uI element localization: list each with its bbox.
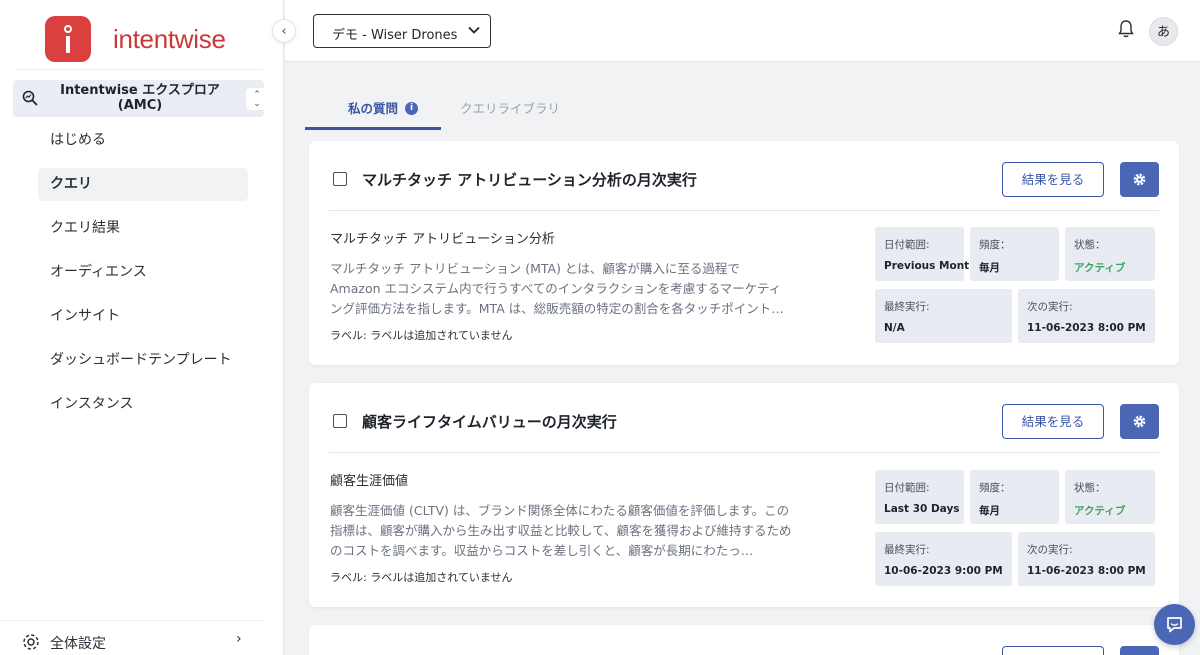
query-description: 顧客生涯価値 (CLTV) は、ブランド関係全体にわたる顧客価値を評価します。こ… bbox=[330, 503, 792, 558]
stat-key: 最終実行: bbox=[884, 301, 930, 313]
search-chart-icon bbox=[22, 90, 38, 106]
account-selector-value: デモ - Wiser Drones bbox=[332, 28, 458, 43]
chevron-left-icon: ‹ bbox=[281, 23, 287, 39]
stat-key: 最終実行: bbox=[884, 544, 930, 556]
status-badge: アクティブ bbox=[1074, 262, 1126, 274]
stat-frequency: 頻度： 毎月 bbox=[970, 470, 1059, 524]
query-description: マルチタッチ アトリビューション (MTA) とは、顧客が購入に至る過程で Am… bbox=[330, 261, 784, 316]
stat-key: 頻度： bbox=[979, 239, 1011, 251]
stat-last-run: 最終実行: 10-06-2023 9:00 PM bbox=[875, 532, 1012, 586]
gear-icon bbox=[23, 634, 39, 650]
query-select-checkbox[interactable] bbox=[333, 414, 347, 428]
sidebar: intentwise Intentwise エクスプロア (AMC) ⌃ ⌄ はじ… bbox=[0, 0, 284, 655]
view-results-button[interactable] bbox=[1002, 646, 1104, 655]
query-card bbox=[309, 625, 1179, 655]
chat-icon bbox=[1167, 617, 1182, 633]
sidebar-item-audiences[interactable]: オーディエンス bbox=[38, 256, 248, 289]
query-settings-button[interactable] bbox=[1120, 404, 1159, 439]
stat-next-run: 次の実行: 11-06-2023 8:00 PM bbox=[1018, 532, 1155, 586]
stat-value: 毎月 bbox=[979, 262, 1000, 274]
query-template-name: マルチタッチ アトリビューション分析 bbox=[330, 232, 555, 247]
query-title: マルチタッチ アトリビューション分析の月次実行 bbox=[362, 171, 697, 189]
sidebar-item-queries[interactable]: クエリ bbox=[38, 168, 248, 201]
query-template-name: 顧客生涯価値 bbox=[330, 474, 409, 489]
stat-key: 状態： bbox=[1074, 239, 1106, 251]
bell-icon[interactable] bbox=[1117, 19, 1135, 39]
stat-key: 状態： bbox=[1074, 482, 1106, 494]
stat-value: 11-06-2023 8:00 PM bbox=[1027, 565, 1146, 577]
status-badge: アクティブ bbox=[1074, 505, 1126, 517]
query-card: マルチタッチ アトリビューション分析の月次実行 結果を見る マルチタッチ アトリ… bbox=[309, 141, 1179, 365]
stat-value: 11-06-2023 8:00 PM bbox=[1027, 322, 1146, 334]
sidebar-item-dashboard-templates[interactable]: ダッシュボードテンプレート bbox=[38, 344, 248, 377]
chevron-down-icon bbox=[468, 26, 480, 34]
stat-key: 日付範囲: bbox=[884, 482, 930, 494]
stat-status: 状態： アクティブ bbox=[1065, 227, 1155, 281]
sidebar-item-getting-started[interactable]: はじめる bbox=[38, 124, 248, 157]
info-icon[interactable]: i bbox=[405, 102, 418, 115]
sidebar-item-query-results[interactable]: クエリ結果 bbox=[38, 212, 248, 245]
tab-my-questions[interactable]: 私の質問 i bbox=[305, 92, 441, 130]
stat-next-run: 次の実行: 11-06-2023 8:00 PM bbox=[1018, 289, 1155, 343]
query-card: 顧客ライフタイムバリューの月次実行 結果を見る 顧客生涯価値 顧客生涯価値 (C… bbox=[309, 383, 1179, 607]
gear-icon bbox=[1133, 415, 1146, 428]
query-select-checkbox[interactable] bbox=[333, 172, 347, 186]
stat-status: 状態： アクティブ bbox=[1065, 470, 1155, 524]
stat-date-range: 日付範囲: Previous Month bbox=[875, 227, 977, 281]
top-header: デモ - Wiser Drones あ bbox=[285, 0, 1200, 62]
account-selector[interactable]: デモ - Wiser Drones bbox=[313, 14, 491, 48]
card-divider bbox=[329, 452, 1159, 453]
tab-my-questions-label: 私の質問 bbox=[348, 101, 399, 116]
global-settings[interactable]: 全体設定 › bbox=[0, 620, 264, 655]
stat-value: Previous Month bbox=[884, 260, 977, 272]
stat-key: 次の実行: bbox=[1027, 301, 1073, 313]
brand-name: intentwise bbox=[113, 23, 226, 54]
stat-key: 頻度： bbox=[979, 482, 1011, 494]
intentwise-logo-icon bbox=[45, 16, 91, 62]
stat-value: 毎月 bbox=[979, 505, 1000, 517]
view-results-button[interactable]: 結果を見る bbox=[1002, 404, 1104, 439]
chevron-right-icon: › bbox=[236, 631, 242, 647]
sidebar-nav: はじめる クエリ クエリ結果 オーディエンス インサイト ダッシュボードテンプレ… bbox=[38, 124, 248, 432]
query-labels: ラベル: ラベルは追加されていません bbox=[330, 329, 513, 342]
query-settings-button[interactable] bbox=[1120, 162, 1159, 197]
view-results-button[interactable]: 結果を見る bbox=[1002, 162, 1104, 197]
query-settings-button[interactable] bbox=[1120, 646, 1159, 655]
query-labels: ラベル: ラベルは追加されていません bbox=[330, 571, 513, 584]
stat-value: Last 30 Days bbox=[884, 503, 960, 515]
stat-date-range: 日付範囲: Last 30 Days bbox=[875, 470, 964, 524]
tab-query-library[interactable]: クエリライブラリ bbox=[460, 92, 560, 130]
product-switcher[interactable]: Intentwise エクスプロア (AMC) ⌃ ⌄ bbox=[13, 80, 268, 117]
collapse-sidebar-button[interactable]: ‹ bbox=[272, 19, 296, 43]
gear-icon bbox=[1133, 173, 1146, 186]
logo-divider bbox=[14, 69, 263, 70]
sidebar-item-instances[interactable]: インスタンス bbox=[38, 388, 248, 421]
stat-frequency: 頻度： 毎月 bbox=[970, 227, 1059, 281]
stat-key: 次の実行: bbox=[1027, 544, 1073, 556]
intentwise-logo[interactable]: intentwise bbox=[45, 16, 226, 62]
query-title: 顧客ライフタイムバリューの月次実行 bbox=[362, 413, 617, 431]
stat-value: N/A bbox=[884, 322, 905, 334]
sidebar-item-insights[interactable]: インサイト bbox=[38, 300, 248, 333]
settings-label: 全体設定 bbox=[50, 636, 106, 652]
stat-value: 10-06-2023 9:00 PM bbox=[884, 565, 1003, 577]
card-divider bbox=[329, 210, 1159, 211]
chat-support-button[interactable] bbox=[1154, 604, 1195, 645]
product-title: Intentwise エクスプロア (AMC) bbox=[60, 83, 220, 113]
stat-key: 日付範囲: bbox=[884, 239, 930, 251]
user-avatar[interactable]: あ bbox=[1149, 17, 1178, 46]
stat-last-run: 最終実行: N/A bbox=[875, 289, 1012, 343]
chevron-updown-icon[interactable]: ⌃ ⌄ bbox=[246, 88, 268, 110]
